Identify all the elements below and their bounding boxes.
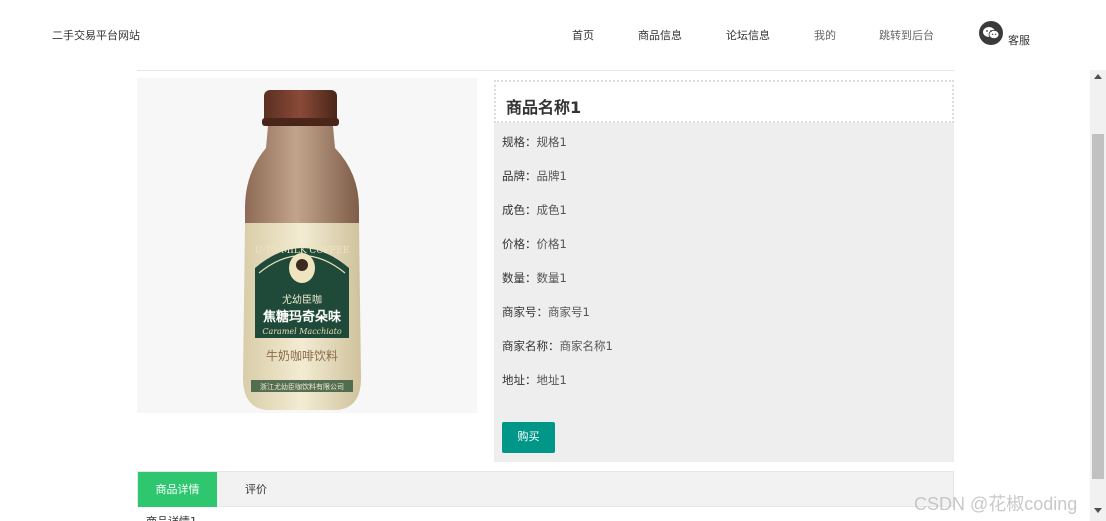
product-info-panel: 商品名称1 规格：规格1 品牌：品牌1 成色：成色1 价格：价格1 数量：数量1… <box>494 80 954 462</box>
product-title-box: 商品名称1 <box>494 80 954 123</box>
svg-text:焦糖玛奇朵味: 焦糖玛奇朵味 <box>262 309 341 325</box>
scroll-up-arrow-icon[interactable] <box>1094 74 1102 79</box>
detail-tabs: 商品详情 评价 <box>137 471 954 507</box>
svg-text:Caramel Macchiato: Caramel Macchiato <box>262 327 342 336</box>
spec-row-quantity: 数量：数量1 <box>502 271 567 285</box>
watermark: CSDN @花椒coding <box>914 494 1078 514</box>
spec-row-price: 价格：价格1 <box>502 237 567 251</box>
spec-row-merchant-name: 商家名称：商家名称1 <box>502 339 613 353</box>
spec-row-merchant-no: 商家号：商家号1 <box>502 305 590 319</box>
header-divider <box>137 70 954 71</box>
svg-text:浙江尤幼臣咖饮料有限公司: 浙江尤幼臣咖饮料有限公司 <box>260 382 344 391</box>
spec-row-brand: 品牌：品牌1 <box>502 169 567 183</box>
scroll-thumb[interactable] <box>1092 134 1104 479</box>
product-name: 商品名称1 <box>506 98 582 117</box>
customer-service-label: 客服 <box>1008 34 1030 47</box>
spec-row-condition: 成色：成色1 <box>502 203 567 217</box>
nav-item-home[interactable]: 首页 <box>572 27 594 43</box>
svg-text:牛奶咖啡饮料: 牛奶咖啡饮料 <box>266 348 338 363</box>
site-title[interactable]: 二手交易平台网站 <box>52 27 140 43</box>
tab-product-detail[interactable]: 商品详情 <box>138 472 217 507</box>
top-navbar: 二手交易平台网站 首页 商品信息 论坛信息 我的 跳转到后台 客服 <box>0 0 1090 70</box>
scroll-down-arrow-icon[interactable] <box>1094 508 1102 513</box>
spec-row-spec: 规格：规格1 <box>502 135 567 149</box>
page-scrollbar[interactable] <box>1090 70 1106 521</box>
tab-review[interactable]: 评价 <box>224 472 288 507</box>
tab-content-text: 商品详情1 <box>146 513 197 521</box>
nav-item-admin[interactable]: 跳转到后台 <box>879 27 934 43</box>
svg-text:尤幼臣咖: 尤幼臣咖 <box>282 293 322 306</box>
spec-row-address: 地址：地址1 <box>502 373 567 387</box>
nav-item-forum[interactable]: 论坛信息 <box>726 27 770 43</box>
buy-button[interactable]: 购买 <box>502 422 555 453</box>
nav-item-mine[interactable]: 我的 <box>814 27 836 43</box>
nav-item-goods[interactable]: 商品信息 <box>638 27 682 43</box>
wechat-icon <box>979 21 1003 45</box>
product-image: U-TO MILK COFFEE 尤幼臣咖 焦糖玛奇朵味 Caramel Mac… <box>137 78 477 413</box>
svg-text:U-TO MILK COFFEE: U-TO MILK COFFEE <box>255 246 350 256</box>
